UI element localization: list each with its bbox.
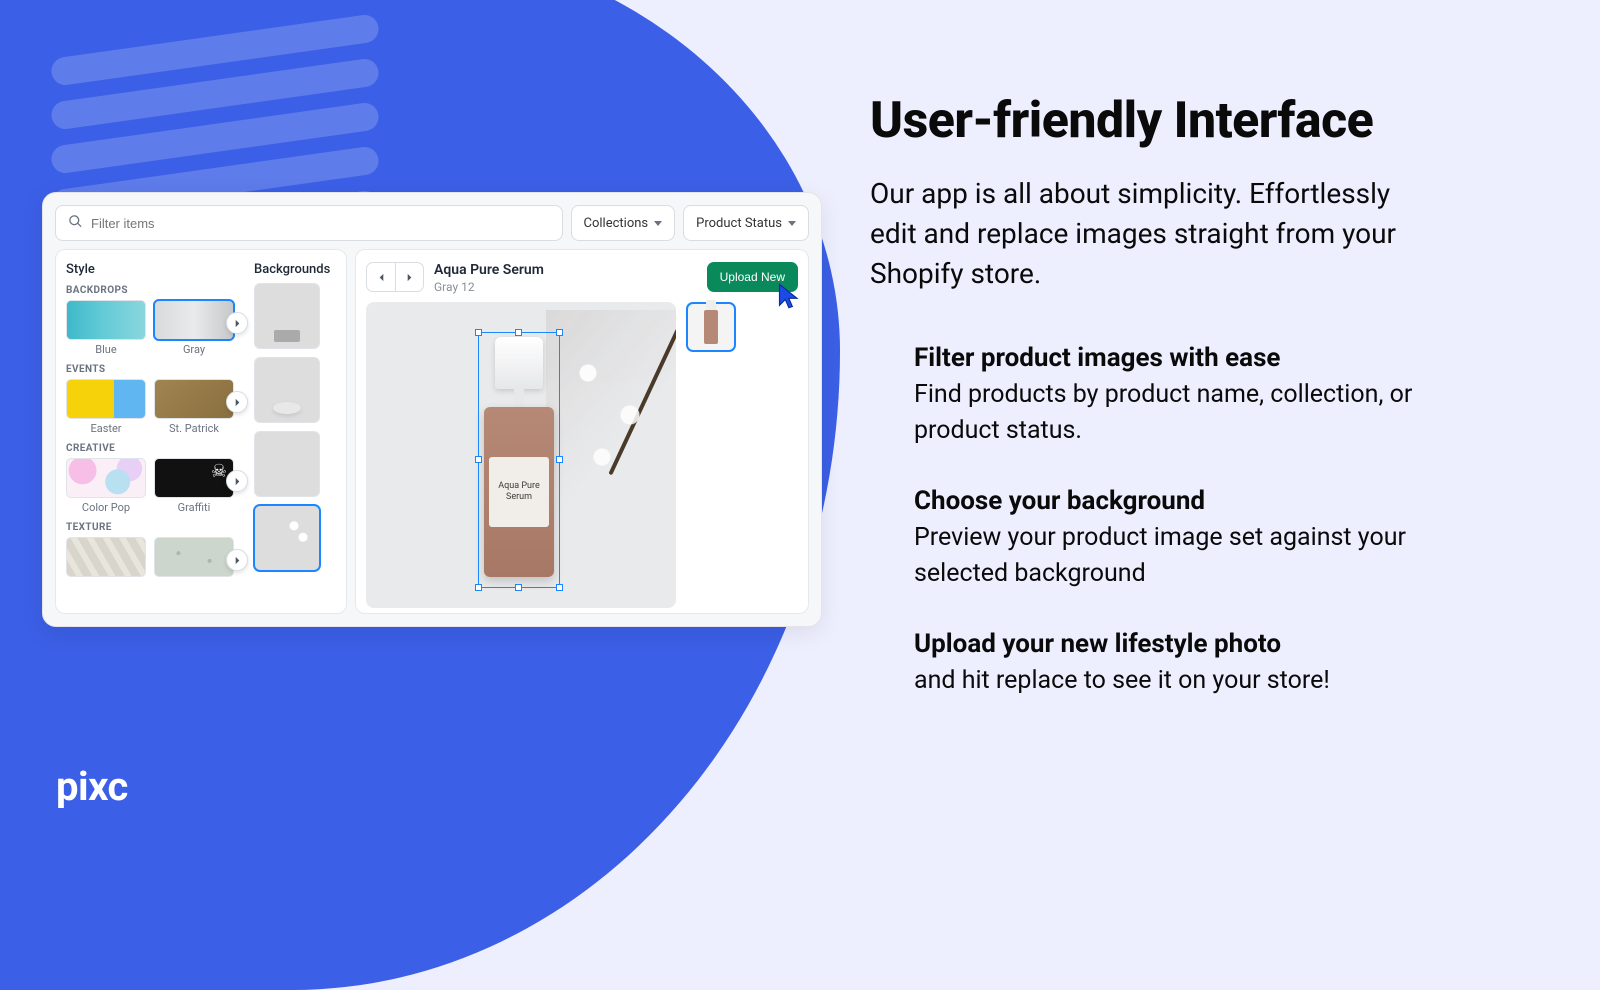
background-option-1[interactable] xyxy=(254,283,320,349)
style-tile-easter[interactable]: Easter xyxy=(66,379,146,435)
feature-1: Filter product images with ease Find pro… xyxy=(914,343,1474,448)
collections-label: Collections xyxy=(584,216,649,231)
group-events: EVENTS xyxy=(66,364,244,375)
group-texture: TEXTURE xyxy=(66,522,244,533)
resize-handle[interactable] xyxy=(556,456,563,463)
styles-title: Style xyxy=(66,262,244,277)
row-scroll-right[interactable] xyxy=(226,312,248,334)
product-status-select[interactable]: Product Status xyxy=(683,205,809,241)
styles-column: Style BACKDROPS Blue Gray EVENTS Easter … xyxy=(66,262,244,601)
image-thumbnails xyxy=(686,302,738,601)
resize-handle[interactable] xyxy=(556,329,563,336)
collections-select[interactable]: Collections xyxy=(571,205,676,241)
status-label: Product Status xyxy=(696,216,782,231)
backgrounds-title: Backgrounds xyxy=(254,262,336,277)
style-tile-blue[interactable]: Blue xyxy=(66,300,146,356)
row-scroll-right[interactable] xyxy=(226,549,248,571)
lede: Our app is all about simplicity. Effortl… xyxy=(870,174,1430,293)
style-tile-texture-1[interactable] xyxy=(66,537,146,577)
product-image-thumb[interactable] xyxy=(686,302,736,352)
group-creative: CREATIVE xyxy=(66,443,244,454)
style-tile-stpatrick[interactable]: St. Patrick xyxy=(154,379,234,435)
resize-handle[interactable] xyxy=(475,456,482,463)
selection-box[interactable] xyxy=(478,332,560,588)
next-button[interactable] xyxy=(395,263,423,291)
background-option-3[interactable] xyxy=(254,431,320,497)
feature-3: Upload your new lifestyle photo and hit … xyxy=(914,629,1474,699)
headline: User-friendly Interface xyxy=(870,92,1540,150)
search-icon xyxy=(68,214,83,233)
marketing-copy: User-friendly Interface Our app is all a… xyxy=(870,92,1540,737)
resize-handle[interactable] xyxy=(515,584,522,591)
row-scroll-right[interactable] xyxy=(226,391,248,413)
style-tile-graffiti[interactable]: Graffiti xyxy=(154,458,234,514)
resize-handle[interactable] xyxy=(475,584,482,591)
app-card: Collections Product Status Style BACKDRO… xyxy=(42,192,822,627)
pager xyxy=(366,262,424,292)
caret-down-icon xyxy=(654,221,662,226)
prev-button[interactable] xyxy=(367,263,395,291)
backgrounds-column: Backgrounds xyxy=(254,262,336,601)
product-variant: Gray 12 xyxy=(434,280,697,294)
left-panel: Style BACKDROPS Blue Gray EVENTS Easter … xyxy=(55,249,347,614)
background-option-2[interactable] xyxy=(254,357,320,423)
product-meta: Aqua Pure Serum Gray 12 xyxy=(434,262,697,294)
search-input[interactable] xyxy=(91,216,550,231)
style-tile-texture-2[interactable] xyxy=(154,537,234,577)
preview-canvas[interactable]: Aqua Pure Serum xyxy=(366,302,676,608)
main-panel: Aqua Pure Serum Gray 12 Upload New Aqua … xyxy=(355,249,809,614)
group-backdrops: BACKDROPS xyxy=(66,285,244,296)
search-field[interactable] xyxy=(55,205,563,241)
feature-2: Choose your background Preview your prod… xyxy=(914,486,1474,591)
resize-handle[interactable] xyxy=(475,329,482,336)
decor-flowers xyxy=(546,310,676,520)
background-option-4[interactable] xyxy=(254,505,320,571)
style-tile-colorpop[interactable]: Color Pop xyxy=(66,458,146,514)
row-scroll-right[interactable] xyxy=(226,470,248,492)
resize-handle[interactable] xyxy=(515,329,522,336)
caret-down-icon xyxy=(788,221,796,226)
style-tile-gray[interactable]: Gray xyxy=(154,300,234,356)
product-name: Aqua Pure Serum xyxy=(434,262,697,278)
cursor-icon xyxy=(776,282,804,314)
resize-handle[interactable] xyxy=(556,584,563,591)
pixc-logo: pixc xyxy=(56,763,128,810)
toolbar: Collections Product Status xyxy=(55,205,809,241)
